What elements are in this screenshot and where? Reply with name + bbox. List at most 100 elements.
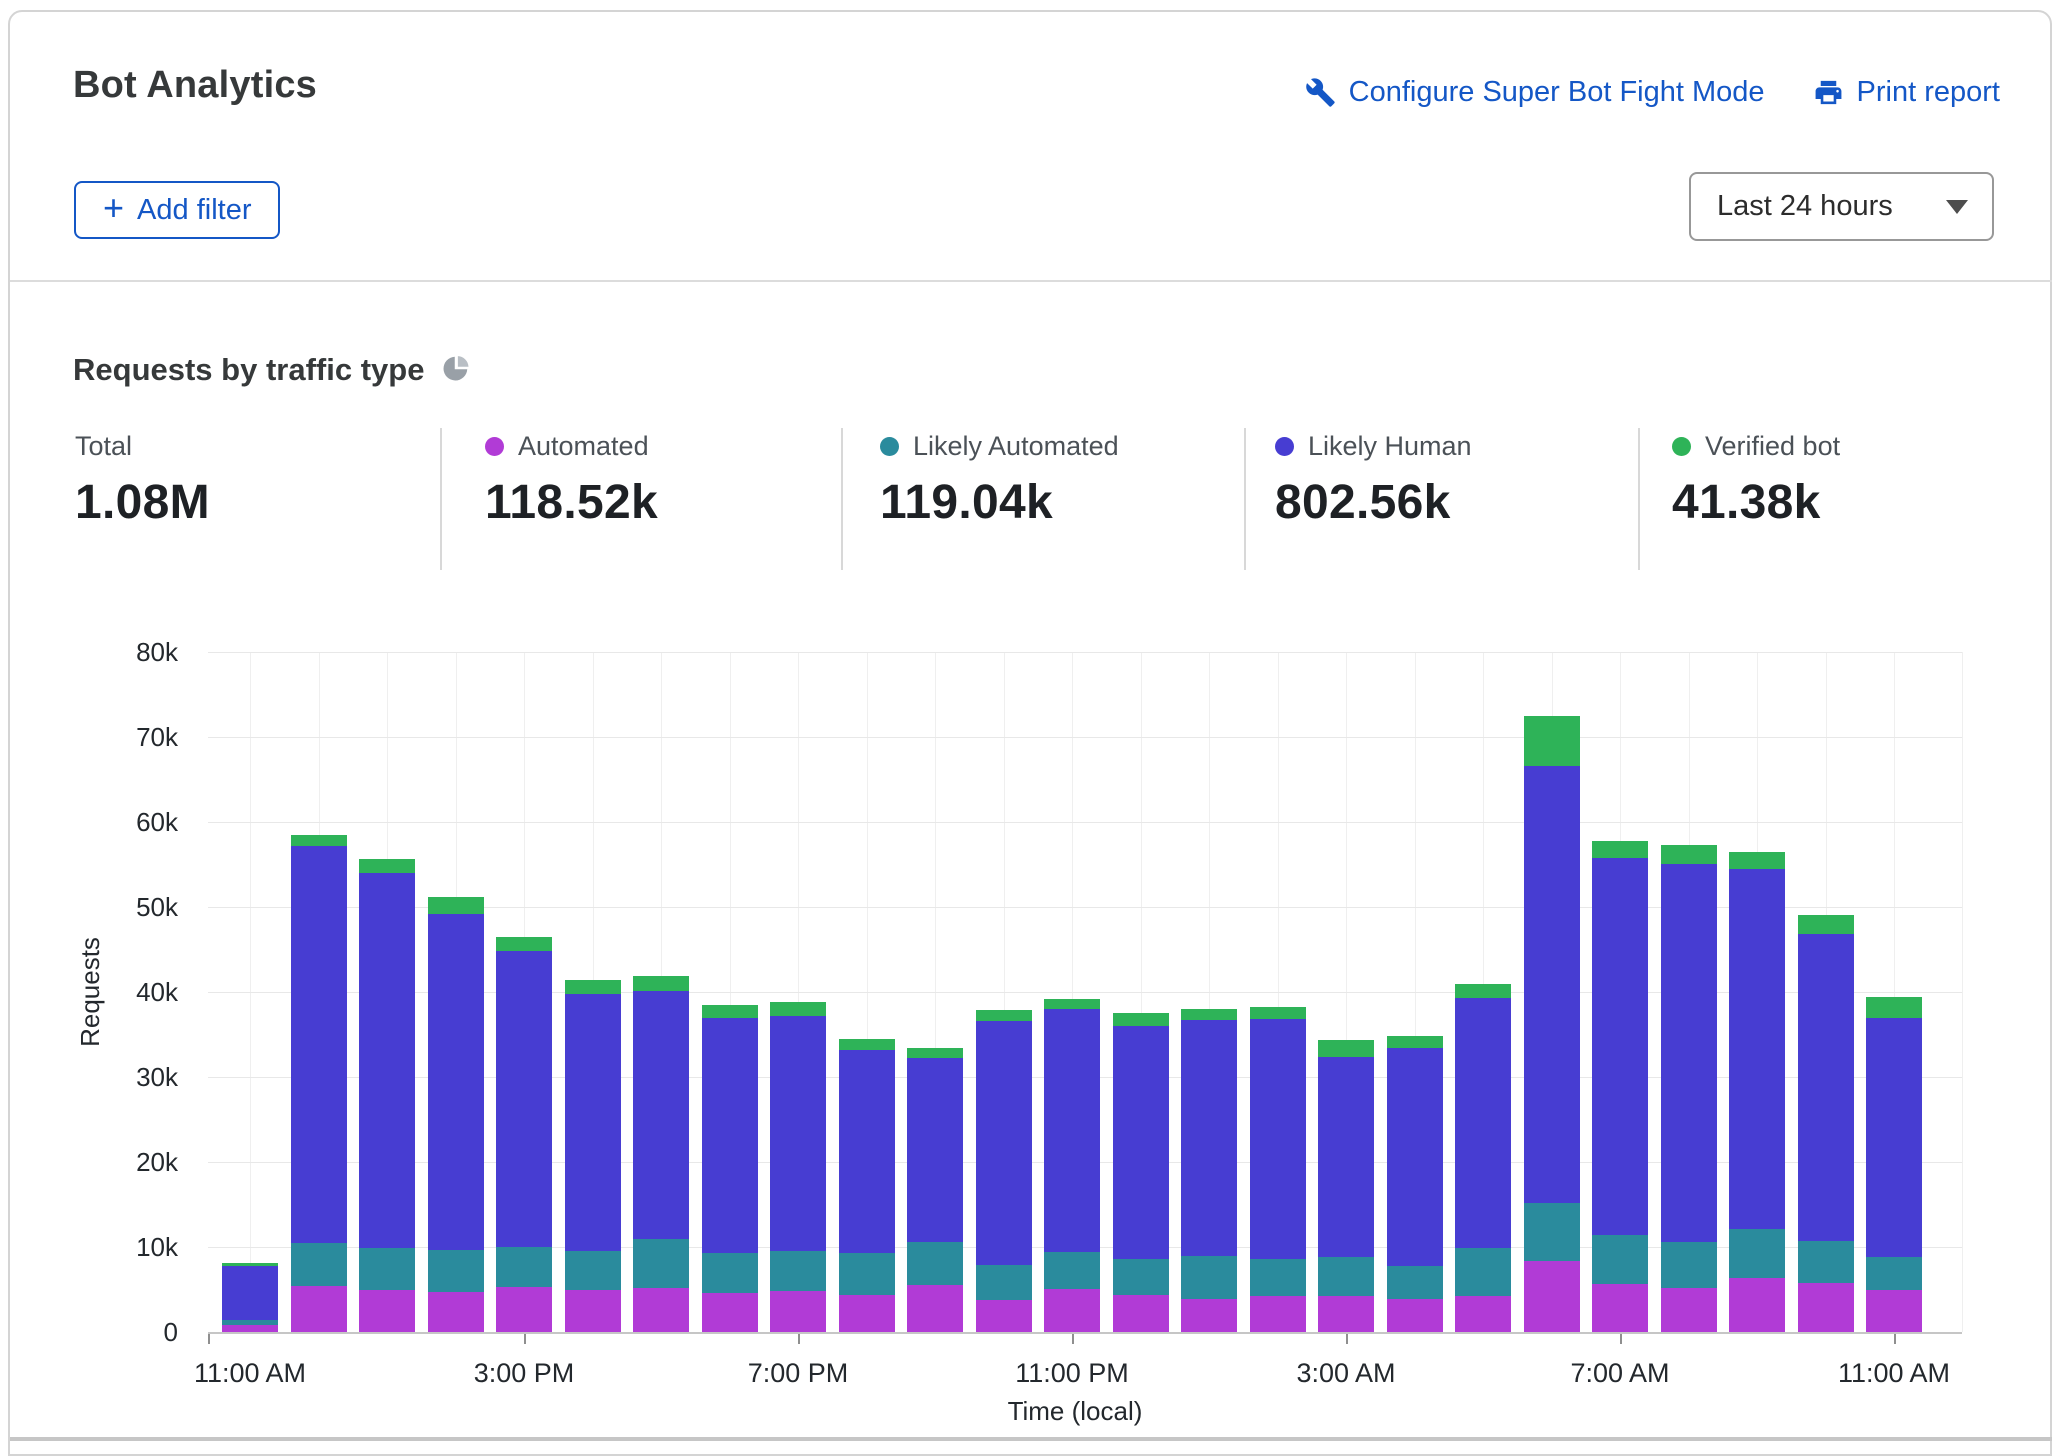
bar-segment-verified-bot[interactable] [428, 897, 484, 914]
bar-segment-automated[interactable] [1592, 1284, 1648, 1332]
bar-segment-likely-human[interactable] [976, 1021, 1032, 1265]
bar-segment-automated[interactable] [1524, 1261, 1580, 1332]
bar-segment-automated[interactable] [839, 1295, 895, 1332]
bar-segment-likely-automated[interactable] [496, 1247, 552, 1287]
bar-segment-verified-bot[interactable] [1729, 852, 1785, 869]
bar-segment-likely-automated[interactable] [1181, 1256, 1237, 1299]
bar-segment-verified-bot[interactable] [1318, 1040, 1374, 1057]
bar-segment-likely-human[interactable] [1181, 1020, 1237, 1256]
bar-segment-verified-bot[interactable] [1113, 1013, 1169, 1026]
bar-segment-automated[interactable] [702, 1293, 758, 1332]
bar-segment-likely-human[interactable] [839, 1050, 895, 1253]
bar-segment-likely-automated[interactable] [1113, 1259, 1169, 1295]
bar-segment-likely-automated[interactable] [428, 1250, 484, 1292]
bar-segment-likely-automated[interactable] [1866, 1257, 1922, 1290]
bar-segment-likely-human[interactable] [1455, 998, 1511, 1248]
bar-segment-automated[interactable] [1455, 1296, 1511, 1332]
bar-segment-verified-bot[interactable] [1387, 1036, 1443, 1048]
bar-segment-likely-human[interactable] [359, 873, 415, 1248]
bar-segment-verified-bot[interactable] [770, 1002, 826, 1016]
bar-segment-likely-human[interactable] [1113, 1026, 1169, 1259]
bar-segment-likely-automated[interactable] [1318, 1257, 1374, 1296]
bar-segment-likely-automated[interactable] [702, 1253, 758, 1293]
bar-segment-likely-human[interactable] [496, 951, 552, 1247]
bar-segment-verified-bot[interactable] [1798, 915, 1854, 934]
bar-segment-likely-human[interactable] [291, 846, 347, 1243]
bar-segment-likely-automated[interactable] [1661, 1242, 1717, 1288]
bar-segment-likely-automated[interactable] [839, 1253, 895, 1295]
bar-segment-likely-automated[interactable] [633, 1239, 689, 1288]
bar-segment-likely-human[interactable] [1592, 858, 1648, 1235]
bar-segment-automated[interactable] [1318, 1296, 1374, 1332]
bar-segment-automated[interactable] [1661, 1288, 1717, 1332]
bar-segment-likely-automated[interactable] [1524, 1203, 1580, 1261]
bar-segment-verified-bot[interactable] [1524, 716, 1580, 766]
bar-segment-automated[interactable] [770, 1291, 826, 1332]
bar-segment-likely-automated[interactable] [1387, 1266, 1443, 1299]
bar-segment-automated[interactable] [1729, 1278, 1785, 1332]
bar-segment-likely-human[interactable] [1798, 934, 1854, 1241]
bar-segment-verified-bot[interactable] [702, 1005, 758, 1018]
bar-segment-verified-bot[interactable] [222, 1263, 278, 1266]
bar-segment-likely-human[interactable] [1318, 1057, 1374, 1257]
bar-segment-automated[interactable] [496, 1287, 552, 1332]
bar-segment-verified-bot[interactable] [291, 835, 347, 846]
bar-segment-verified-bot[interactable] [496, 937, 552, 951]
bar-segment-likely-human[interactable] [565, 994, 621, 1251]
bar-segment-verified-bot[interactable] [907, 1048, 963, 1058]
bar-segment-likely-automated[interactable] [565, 1251, 621, 1290]
bar-segment-verified-bot[interactable] [1455, 984, 1511, 998]
bar-segment-likely-automated[interactable] [1592, 1235, 1648, 1284]
bar-segment-likely-human[interactable] [222, 1266, 278, 1320]
bar-segment-likely-automated[interactable] [359, 1248, 415, 1290]
bar-segment-verified-bot[interactable] [1866, 997, 1922, 1018]
bar-segment-automated[interactable] [1798, 1283, 1854, 1332]
bar-segment-likely-automated[interactable] [291, 1243, 347, 1286]
bar-segment-likely-automated[interactable] [1798, 1241, 1854, 1283]
bar-segment-likely-automated[interactable] [770, 1251, 826, 1291]
bar-segment-verified-bot[interactable] [1661, 845, 1717, 864]
bar-segment-verified-bot[interactable] [1181, 1009, 1237, 1020]
bar-segment-automated[interactable] [1387, 1299, 1443, 1332]
bar-segment-likely-human[interactable] [633, 991, 689, 1239]
bar-segment-verified-bot[interactable] [565, 980, 621, 994]
bar-segment-likely-automated[interactable] [907, 1242, 963, 1285]
bar-segment-automated[interactable] [1181, 1299, 1237, 1332]
bar-segment-automated[interactable] [1044, 1289, 1100, 1332]
bar-segment-automated[interactable] [1113, 1295, 1169, 1332]
bar-segment-verified-bot[interactable] [839, 1039, 895, 1050]
bar-segment-automated[interactable] [222, 1325, 278, 1332]
bar-segment-likely-automated[interactable] [1250, 1259, 1306, 1296]
bar-segment-likely-human[interactable] [1250, 1019, 1306, 1259]
bar-segment-verified-bot[interactable] [1250, 1007, 1306, 1019]
bar-segment-likely-human[interactable] [907, 1058, 963, 1242]
bar-segment-likely-human[interactable] [1524, 766, 1580, 1203]
bar-segment-likely-human[interactable] [1044, 1009, 1100, 1252]
bar-segment-automated[interactable] [976, 1300, 1032, 1332]
bar-segment-likely-automated[interactable] [222, 1320, 278, 1325]
bar-segment-likely-human[interactable] [702, 1018, 758, 1253]
bar-segment-verified-bot[interactable] [976, 1010, 1032, 1021]
bar-segment-likely-human[interactable] [1661, 864, 1717, 1242]
bar-segment-automated[interactable] [907, 1285, 963, 1332]
bar-segment-automated[interactable] [359, 1290, 415, 1332]
bar-segment-automated[interactable] [1866, 1290, 1922, 1332]
bar-segment-automated[interactable] [1250, 1296, 1306, 1332]
bar-segment-automated[interactable] [428, 1292, 484, 1332]
bar-segment-likely-automated[interactable] [1729, 1229, 1785, 1278]
bar-segment-likely-automated[interactable] [1455, 1248, 1511, 1296]
bar-segment-likely-human[interactable] [428, 914, 484, 1250]
bar-segment-automated[interactable] [565, 1290, 621, 1332]
bar-segment-verified-bot[interactable] [633, 976, 689, 991]
bar-segment-likely-human[interactable] [770, 1016, 826, 1251]
bar-segment-likely-human[interactable] [1729, 869, 1785, 1229]
bar-segment-likely-human[interactable] [1866, 1018, 1922, 1257]
bar-segment-automated[interactable] [633, 1288, 689, 1332]
bar-segment-verified-bot[interactable] [359, 859, 415, 873]
bar-segment-automated[interactable] [291, 1286, 347, 1332]
bar-segment-verified-bot[interactable] [1044, 999, 1100, 1009]
bar-segment-verified-bot[interactable] [1592, 841, 1648, 858]
bar-segment-likely-automated[interactable] [1044, 1252, 1100, 1289]
bar-segment-likely-human[interactable] [1387, 1048, 1443, 1266]
bar-segment-likely-automated[interactable] [976, 1265, 1032, 1300]
